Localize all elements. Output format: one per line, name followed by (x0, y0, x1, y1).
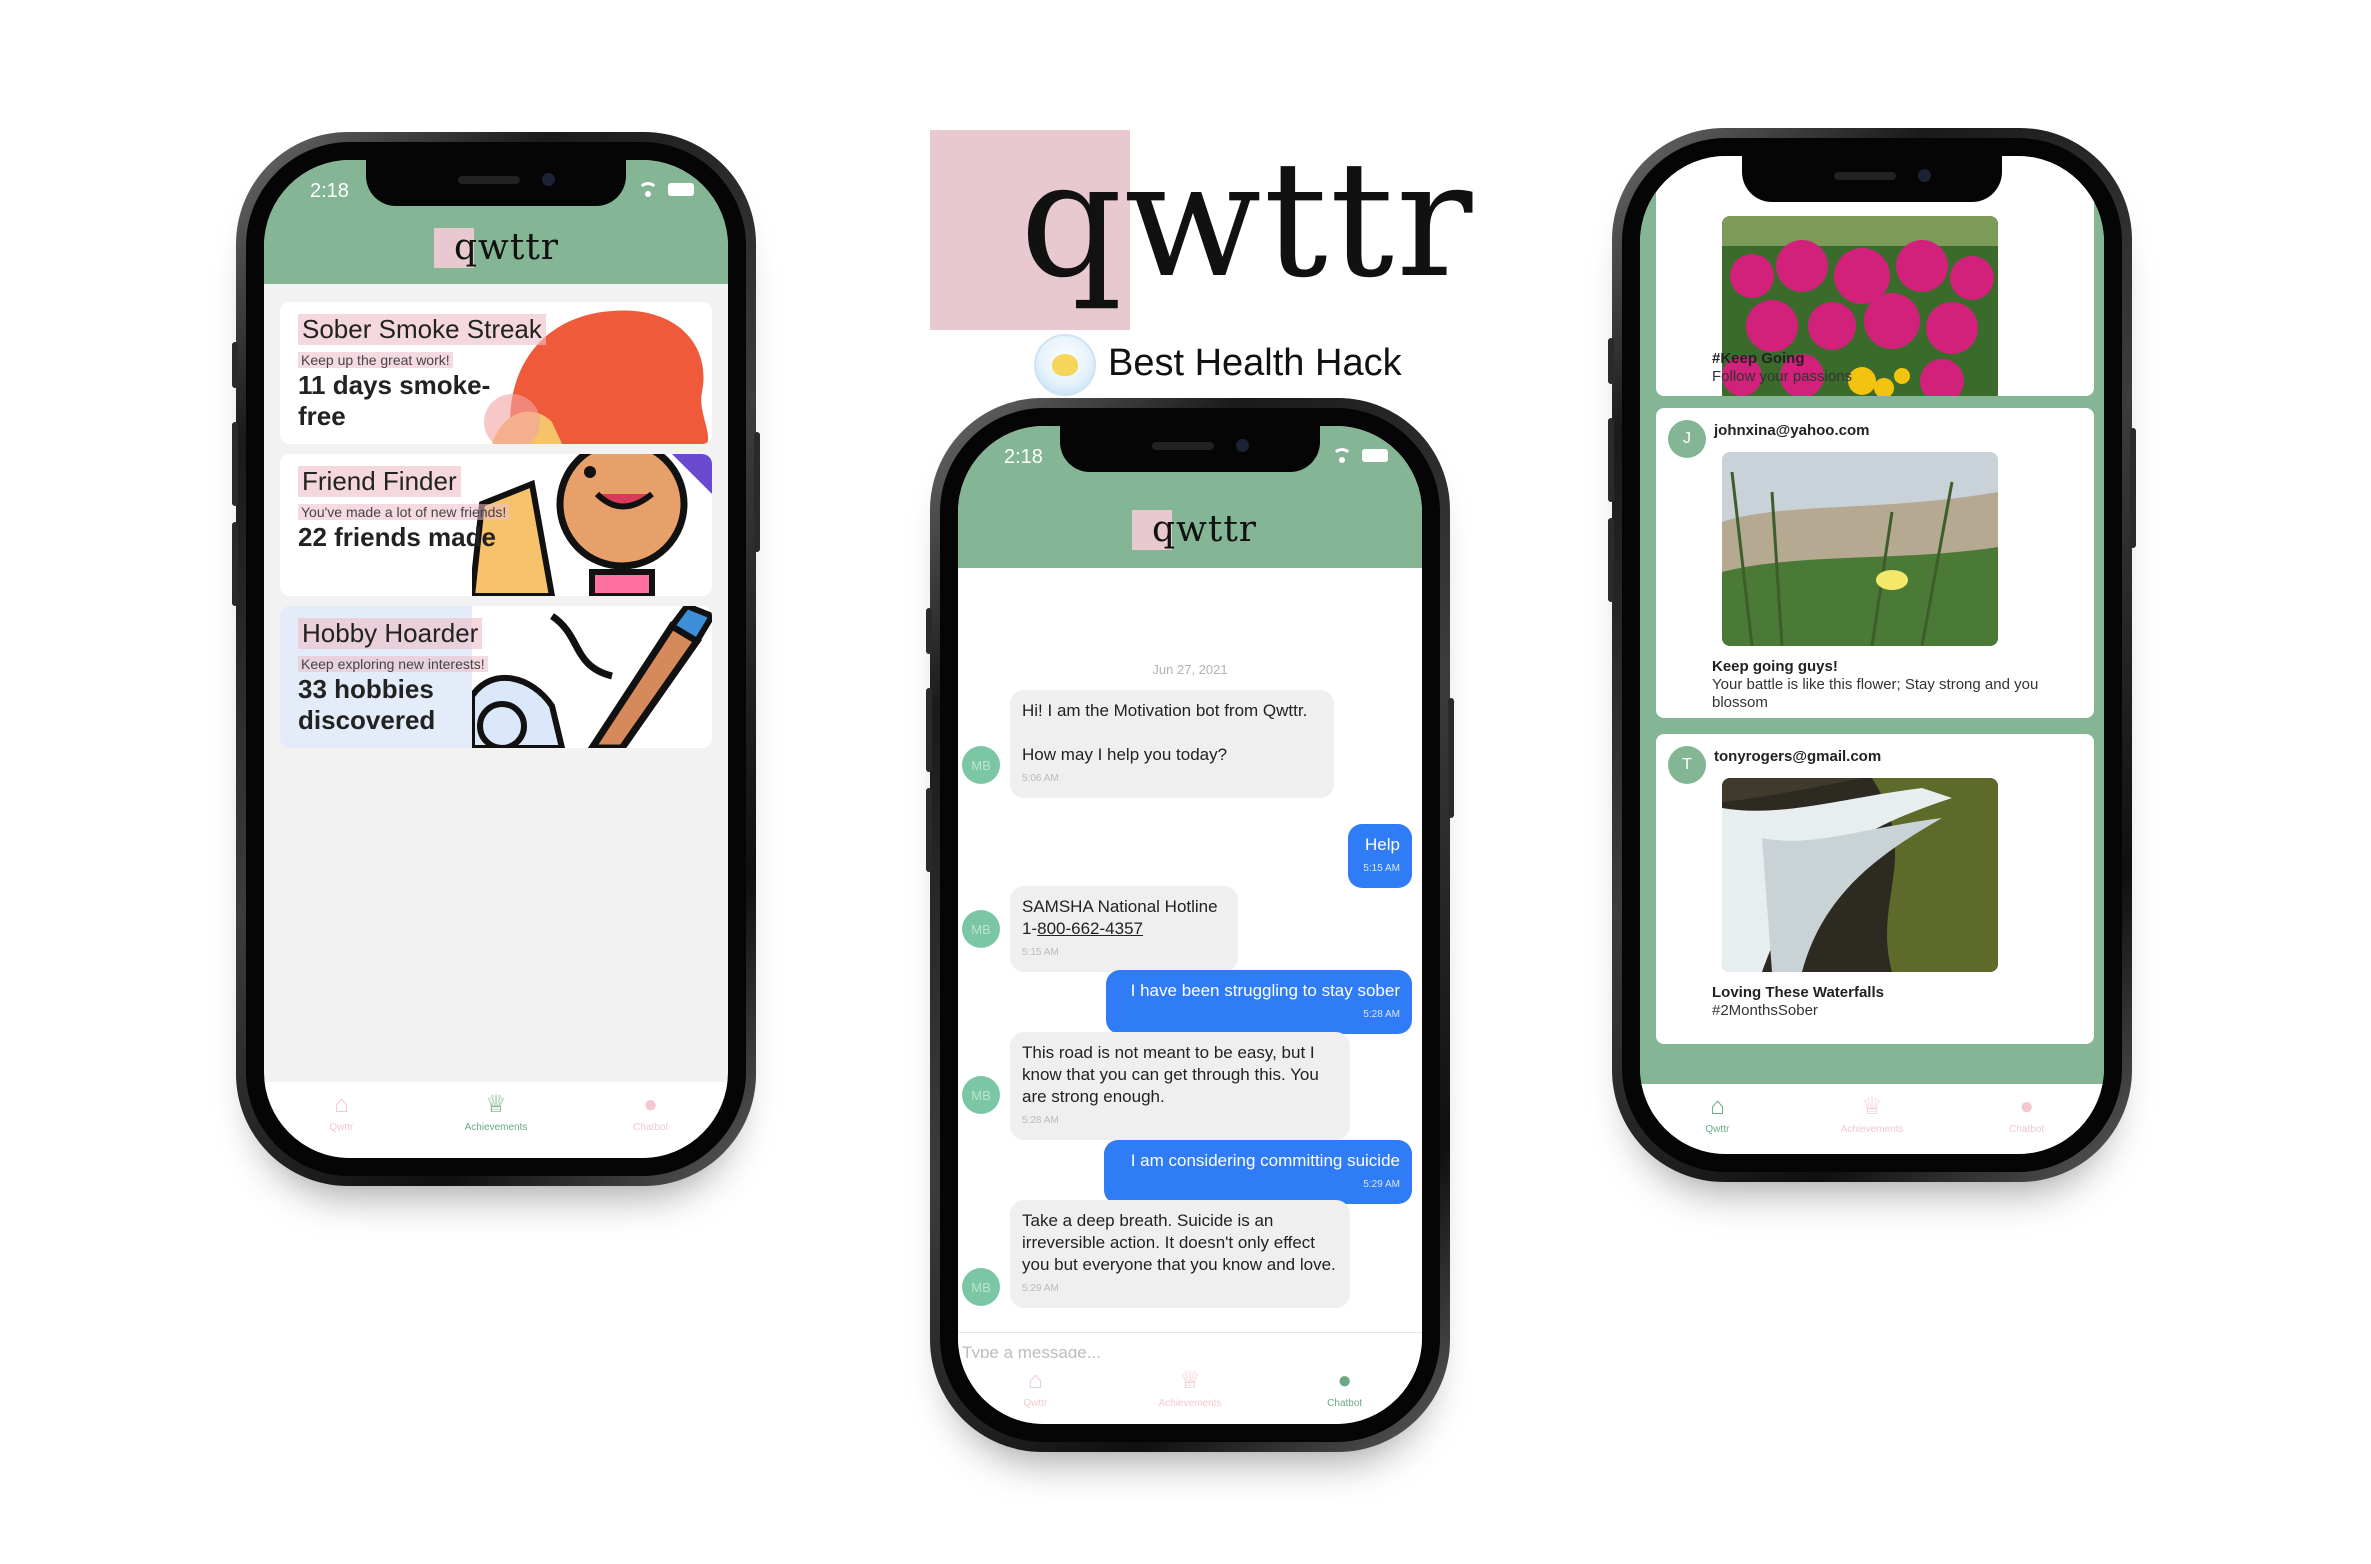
tab-qwttr[interactable]: ⌂ Qwttr (264, 1082, 419, 1158)
tab-achievements[interactable]: ♕ Achievements (419, 1082, 574, 1158)
achievement-card[interactable]: Sober Smoke Streak Keep up the great wor… (280, 302, 712, 444)
bot-message: Hi! I am the Motivation bot from Qwttr. … (1010, 690, 1334, 798)
status-time: 2:18 (1004, 446, 1043, 468)
achievement-title: Hobby Hoarder (298, 618, 483, 649)
bot-message: This road is not meant to be easy, but I… (1010, 1032, 1350, 1140)
tab-achievements[interactable]: ♕ Achievements (1113, 1358, 1268, 1424)
chat-icon: ● (1337, 1367, 1352, 1394)
tab-qwttr[interactable]: ⌂ Qwttr (1640, 1084, 1795, 1154)
trophy-icon: ♕ (485, 1091, 507, 1118)
tab-chatbot[interactable]: ● Chatbot (1267, 1358, 1422, 1424)
award-badge-icon (1034, 334, 1096, 396)
home-icon: ⌂ (1028, 1367, 1043, 1394)
tab-qwttr[interactable]: ⌂ Qwttr (958, 1358, 1113, 1424)
post-title: #Keep Going (1712, 350, 1805, 367)
wifi-icon (1332, 448, 1352, 463)
trophy-icon: ♕ (1179, 1367, 1201, 1394)
yellow-flower-photo (1722, 452, 1998, 646)
tab-achievements[interactable]: ♕ Achievements (1795, 1084, 1950, 1154)
wifi-icon (638, 182, 658, 197)
user-message: Help 5:15 AM (1348, 824, 1412, 888)
bot-message: Take a deep breath. Suicide is an irreve… (1010, 1200, 1350, 1308)
award-text: Best Health Hack (1108, 342, 1402, 384)
post-title: Keep going guys! (1712, 658, 1838, 675)
bot-avatar: MB (962, 910, 1000, 948)
wifi-icon (2014, 178, 2034, 193)
achievement-subtitle: Keep exploring new interests! (298, 656, 488, 672)
achievement-card[interactable]: Hobby Hoarder Keep exploring new interes… (280, 606, 712, 748)
bot-avatar: MB (962, 1076, 1000, 1114)
achievement-stat: 22 friends made (298, 522, 496, 552)
chat-icon: ● (643, 1091, 658, 1118)
post-body: Follow your passions (1712, 368, 1853, 385)
post-title: Loving These Waterfalls (1712, 984, 1884, 1001)
achievement-card[interactable]: Friend Finder You've made a lot of new f… (280, 454, 712, 596)
brand-logo-text: qwttr (1020, 126, 1475, 313)
chat-icon: ● (2019, 1093, 2034, 1120)
battery-icon (1362, 448, 1388, 462)
user-message: I have been struggling to stay sober 5:2… (1106, 970, 1412, 1034)
post-body: #2MonthsSober (1712, 1002, 1818, 1019)
user-avatar: J (1668, 420, 1706, 458)
achievement-subtitle: You've made a lot of new friends! (298, 504, 510, 520)
app-logo: qwttr (1132, 510, 1257, 550)
feed-screen: 5:31 #Keep Going Follow your passions J … (1640, 156, 2104, 1154)
achievement-title: Friend Finder (298, 466, 461, 497)
status-time: 5:31 (1686, 176, 1725, 198)
bot-avatar: MB (962, 746, 1000, 784)
home-icon: ⌂ (334, 1091, 349, 1118)
waterfall-photo (1722, 778, 1998, 972)
chatbot-screen: 2:18 qwttr Jun 27, 2021 MB Hi! I am the … (958, 426, 1422, 1424)
bot-message: SAMSHA National Hotline 1-800-662-4357 5… (1010, 886, 1238, 972)
tab-bar: ⌂ Qwttr ♕ Achievements ● Chatbot (958, 1358, 1422, 1424)
user-message: I am considering committing suicide 5:29… (1104, 1140, 1412, 1204)
achievement-stat: 33 hobbies discovered (298, 674, 436, 735)
battery-icon (668, 182, 694, 196)
tab-bar: ⌂ Qwttr ♕ Achievements ● Chatbot (1640, 1084, 2104, 1154)
home-icon: ⌂ (1710, 1093, 1725, 1120)
post-username: tonyrogers@gmail.com (1714, 748, 1882, 765)
battery-icon (2044, 178, 2070, 192)
post-body: Your battle is like this flower; Stay st… (1712, 676, 2039, 711)
trophy-icon: ♕ (1861, 1093, 1883, 1120)
achievement-friends-illustration (472, 454, 712, 596)
status-time: 2:18 (310, 180, 349, 202)
tab-chatbot[interactable]: ● Chatbot (1949, 1084, 2104, 1154)
achievement-stat: 11 days smoke-free (298, 370, 491, 431)
tab-bar: ⌂ Qwttr ♕ Achievements ● Chatbot (264, 1082, 728, 1158)
tab-chatbot[interactable]: ● Chatbot (573, 1082, 728, 1158)
achievement-hobby-illustration (472, 606, 712, 748)
phone-feed: 5:31 #Keep Going Follow your passions J … (1608, 128, 2136, 1182)
phone-chatbot: 2:18 qwttr Jun 27, 2021 MB Hi! I am the … (926, 398, 1454, 1452)
app-logo: qwttr (434, 228, 559, 268)
user-avatar: T (1668, 746, 1706, 784)
post-username: johnxina@yahoo.com (1714, 422, 1870, 439)
hotline-phone-link[interactable]: 800-662-4357 (1037, 919, 1143, 938)
chat-date: Jun 27, 2021 (1152, 662, 1228, 677)
phone-achievements: 2:18 qwttr Sober Smoke Streak Keep up th… (232, 132, 760, 1186)
achievements-screen: 2:18 qwttr Sober Smoke Streak Keep up th… (264, 160, 728, 1158)
achievement-title: Sober Smoke Streak (298, 314, 546, 345)
achievement-subtitle: Keep up the great work! (298, 352, 453, 368)
feed-post[interactable]: T tonyrogers@gmail.com Loving These Wate… (1656, 734, 2094, 1044)
bot-avatar: MB (962, 1268, 1000, 1306)
feed-post[interactable]: J johnxina@yahoo.com Keep going guys! Yo… (1656, 408, 2094, 718)
